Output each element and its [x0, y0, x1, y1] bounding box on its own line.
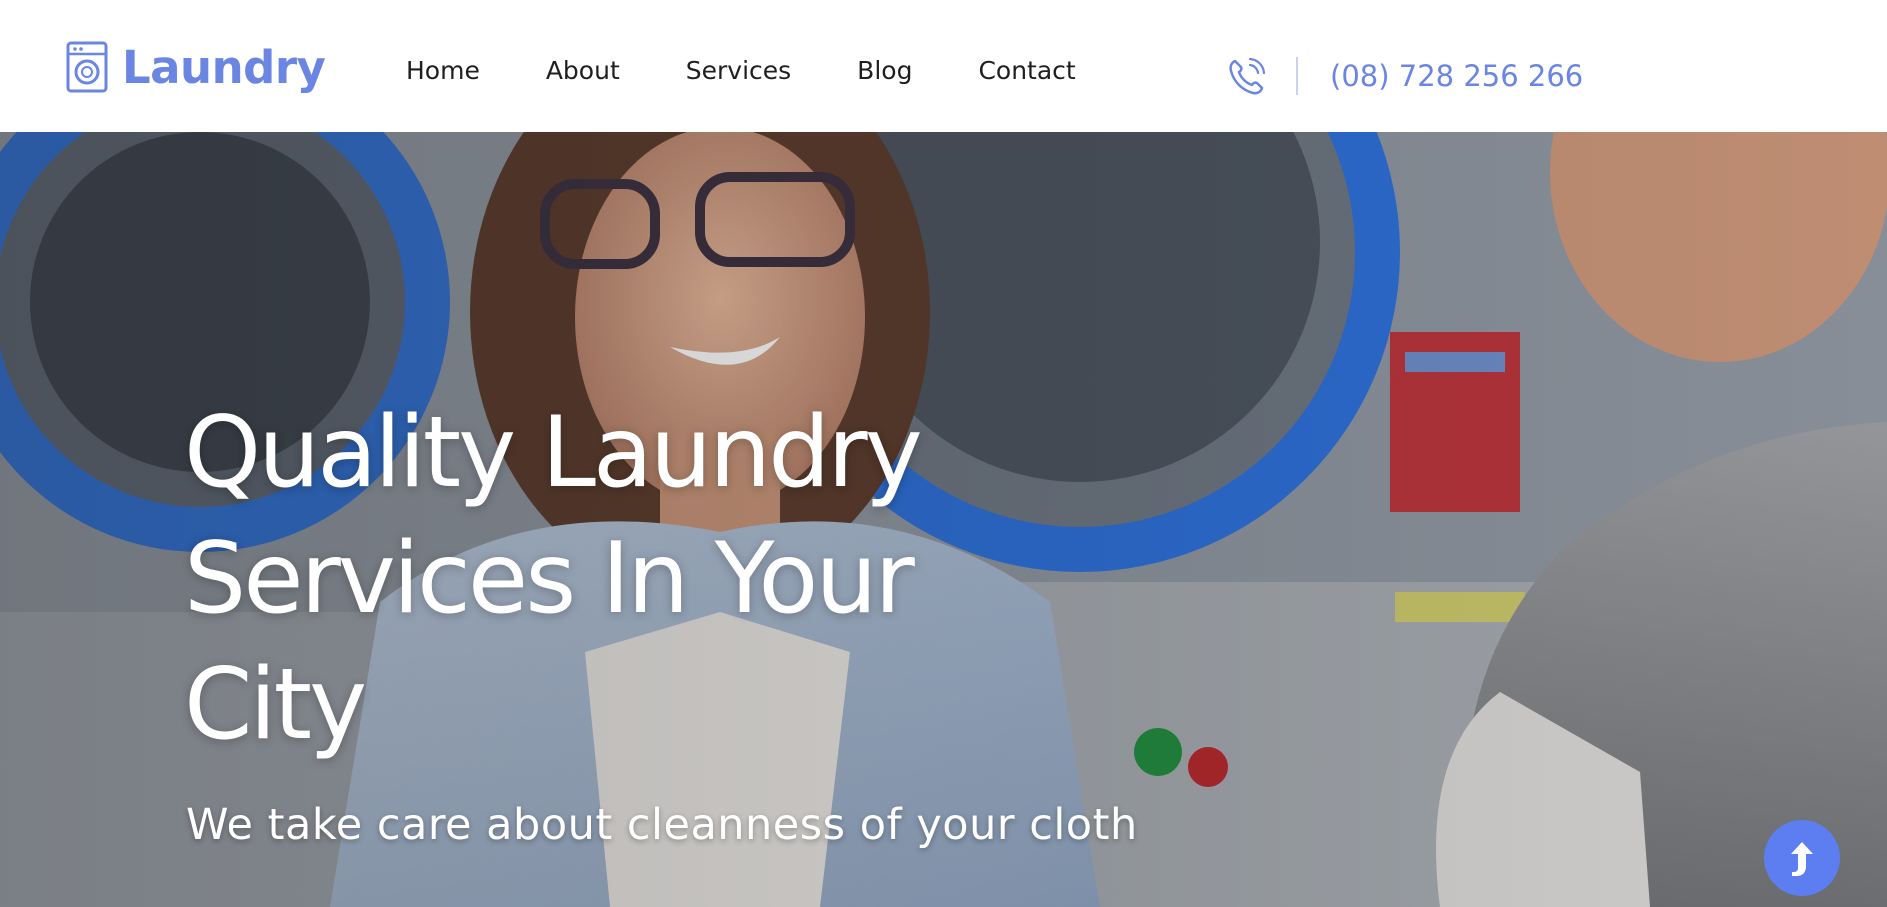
- hero-subtitle: We take care about cleanness of your clo…: [186, 800, 1138, 850]
- arrow-up-icon: [1791, 842, 1813, 876]
- logo-link[interactable]: Laundry: [66, 40, 326, 94]
- nav-item-home[interactable]: Home: [406, 54, 480, 88]
- phone-icon: [1229, 57, 1266, 95]
- scroll-to-top-button[interactable]: [1764, 820, 1840, 896]
- nav-item-blog[interactable]: Blog: [857, 54, 912, 88]
- phone-number-link[interactable]: (08) 728 256 266: [1330, 59, 1583, 93]
- hero-title-line: Quality Laundry: [184, 396, 923, 510]
- hero-section: Quality Laundry Services In Your City We…: [0, 132, 1887, 907]
- washing-machine-icon: [66, 41, 108, 93]
- header-phone: (08) 728 256 266: [1226, 52, 1583, 100]
- nav-item-contact[interactable]: Contact: [978, 54, 1075, 88]
- nav-item-about[interactable]: About: [546, 54, 620, 88]
- phone-divider: [1296, 57, 1298, 95]
- brand-name: Laundry: [122, 40, 326, 94]
- hero-title-line: City: [184, 648, 367, 762]
- site-header: Laundry Home About Services Blog Contact…: [0, 0, 1887, 132]
- hero-title: Quality Laundry Services In Your City: [184, 390, 1084, 768]
- main-nav: Home About Services Blog Contact: [406, 54, 1076, 88]
- hero-title-line: Services In Your: [184, 522, 915, 636]
- nav-item-services[interactable]: Services: [686, 54, 791, 88]
